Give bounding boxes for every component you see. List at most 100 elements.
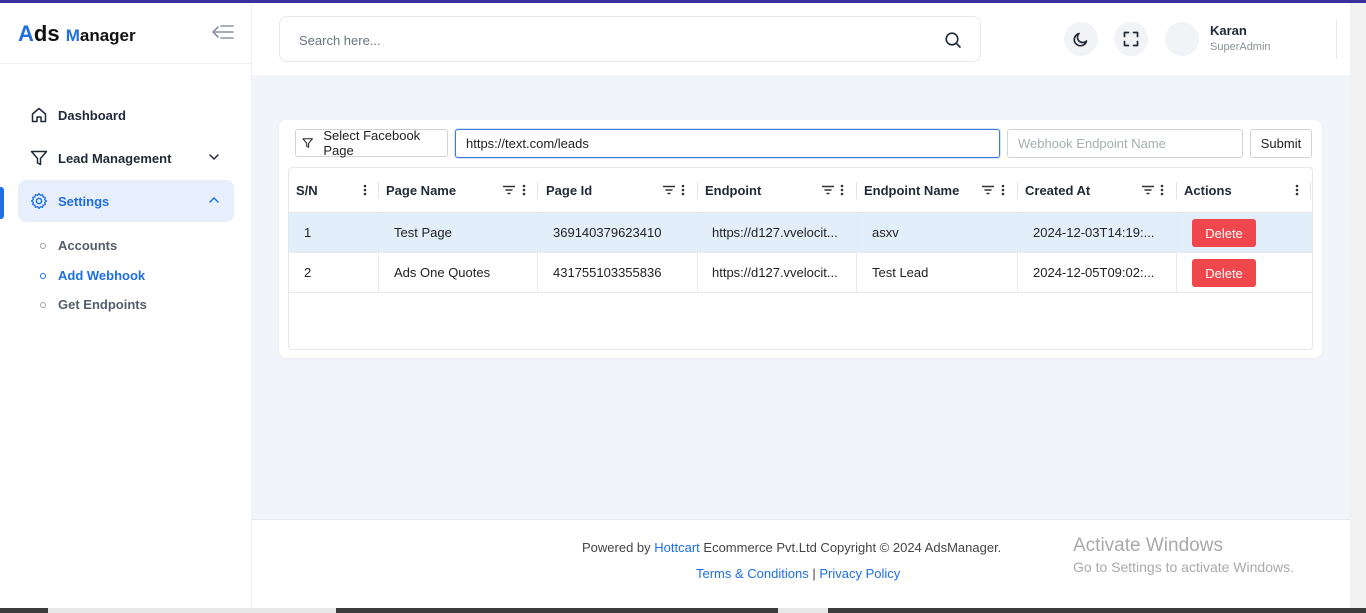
column-menu-icon[interactable] — [996, 183, 1010, 197]
cell-page-id: 369140379623410 — [538, 213, 698, 252]
column-separator — [1176, 182, 1177, 199]
moon-icon — [1073, 32, 1088, 47]
vertical-scrollbar[interactable] — [1350, 3, 1366, 608]
select-page-label: Select Facebook Page — [323, 128, 421, 158]
brand-logo[interactable]: Ads Manager — [18, 21, 136, 47]
avatar[interactable] — [1165, 22, 1199, 56]
webhook-card: Select Facebook Page Submit S/N Page Nam… — [279, 120, 1322, 358]
column-separator — [1017, 182, 1018, 199]
column-separator — [378, 182, 379, 199]
column-menu-icon[interactable] — [1290, 183, 1304, 197]
home-icon — [30, 106, 48, 124]
sort-filter-icon[interactable] — [502, 183, 516, 197]
column-separator — [1310, 182, 1311, 199]
dark-mode-toggle[interactable] — [1064, 22, 1098, 56]
bullet-icon — [40, 272, 46, 279]
table-row[interactable]: 1 Test Page 369140379623410 https://d127… — [289, 213, 1312, 253]
cell-page-id: 431755103355836 — [538, 253, 698, 292]
user-role: SuperAdmin — [1210, 41, 1271, 53]
collapse-sidebar-icon[interactable] — [210, 23, 236, 43]
brand-letter-a: A — [18, 21, 34, 46]
column-separator — [537, 182, 538, 199]
column-header-endpoint[interactable]: Endpoint — [705, 168, 761, 213]
sort-filter-icon[interactable] — [981, 183, 995, 197]
search-icon[interactable] — [944, 31, 962, 49]
sidebar-subitem-add-webhook[interactable]: Add Webhook — [40, 268, 145, 283]
bullet-icon — [40, 301, 46, 308]
column-menu-icon[interactable] — [676, 183, 690, 197]
sort-filter-icon[interactable] — [662, 183, 676, 197]
delete-button[interactable]: Delete — [1192, 219, 1256, 247]
column-menu-icon[interactable] — [517, 183, 531, 197]
sidebar-subitem-label: Get Endpoints — [58, 297, 147, 312]
sidebar-subitem-label: Add Webhook — [58, 268, 146, 283]
cell-page-name: Test Page — [379, 213, 538, 252]
fullscreen-icon — [1123, 31, 1139, 47]
search-box — [279, 16, 981, 62]
sidebar-item-label: Settings — [58, 193, 110, 209]
sort-filter-icon[interactable] — [821, 183, 835, 197]
chevron-up-icon — [209, 196, 219, 203]
taskbar-segment — [48, 608, 336, 613]
gear-icon — [30, 192, 48, 210]
column-menu-icon[interactable] — [835, 183, 849, 197]
select-facebook-page-dropdown[interactable]: Select Facebook Page — [295, 128, 448, 158]
sidebar-subitem-accounts[interactable]: Accounts — [40, 238, 117, 253]
webhook-table: S/N Page Name Page Id Endpoint Endpoint … — [288, 167, 1313, 350]
sidebar-item-lead-management[interactable]: Lead Management — [18, 137, 234, 179]
chevron-down-icon — [209, 154, 219, 161]
column-header-sn[interactable]: S/N — [296, 168, 318, 213]
hottcart-link[interactable]: Hottcart — [654, 540, 700, 555]
webhook-url-input[interactable] — [455, 129, 1000, 158]
column-header-page-id[interactable]: Page Id — [546, 168, 592, 213]
search-input[interactable] — [299, 30, 919, 50]
cell-created-at: 2024-12-03T14:19:... — [1018, 213, 1177, 252]
table-row[interactable]: 2 Ads One Quotes 431755103355836 https:/… — [289, 253, 1312, 293]
sidebar-item-settings[interactable]: Settings — [18, 180, 234, 222]
cell-endpoint-name: Test Lead — [857, 253, 1018, 292]
link-separator: | — [812, 566, 816, 581]
footer: Powered by Hottcart Ecommerce Pvt.Ltd Co… — [252, 519, 1350, 608]
column-menu-icon[interactable] — [1155, 183, 1169, 197]
funnel-icon — [302, 138, 313, 148]
endpoint-name-input[interactable] — [1007, 129, 1243, 158]
cell-sn: 1 — [289, 213, 379, 252]
brand-rest: anager — [79, 26, 136, 45]
powered-suffix: Ecommerce Pvt.Ltd Copyright © 2024 AdsMa… — [699, 540, 1002, 555]
sidebar-item-label: Lead Management — [58, 150, 172, 166]
column-header-actions[interactable]: Actions — [1184, 168, 1232, 213]
filter-icon — [30, 149, 48, 167]
copyright-text: Powered by Hottcart Ecommerce Pvt.Ltd Co… — [582, 540, 1001, 555]
active-indicator — [0, 187, 4, 219]
sidebar-item-label: Dashboard — [58, 107, 126, 123]
column-menu-icon[interactable] — [358, 183, 372, 197]
sidebar: Ads Manager Dashboard Lead Management Se… — [0, 3, 252, 608]
sidebar-item-dashboard[interactable]: Dashboard — [18, 94, 234, 136]
brand-letter-m: M — [65, 26, 80, 45]
user-name: Karan — [1210, 23, 1247, 38]
cell-endpoint: https://d127.vvelocit... — [698, 213, 857, 252]
header-divider — [1336, 19, 1337, 59]
sidebar-subitem-get-endpoints[interactable]: Get Endpoints — [40, 297, 147, 312]
column-separator — [856, 182, 857, 199]
sort-filter-icon[interactable] — [1141, 183, 1155, 197]
activate-windows-title: Activate Windows — [1073, 535, 1223, 556]
cell-endpoint-name: asxv — [857, 213, 1018, 252]
cell-created-at: 2024-12-05T09:02:... — [1018, 253, 1177, 292]
privacy-link[interactable]: Privacy Policy — [819, 566, 900, 581]
activate-windows-subtitle: Go to Settings to activate Windows. — [1073, 559, 1294, 575]
taskbar-strip — [0, 608, 1366, 613]
sidebar-subitem-label: Accounts — [58, 238, 118, 253]
delete-button[interactable]: Delete — [1192, 259, 1256, 287]
column-header-created-at[interactable]: Created At — [1025, 168, 1090, 213]
cell-page-name: Ads One Quotes — [379, 253, 538, 292]
terms-link[interactable]: Terms & Conditions — [696, 566, 809, 581]
fullscreen-button[interactable] — [1114, 22, 1148, 56]
taskbar-segment — [778, 608, 828, 613]
cell-endpoint: https://d127.vvelocit... — [698, 253, 857, 292]
footer-links: Terms & Conditions | Privacy Policy — [696, 566, 900, 581]
column-header-page-name[interactable]: Page Name — [386, 168, 456, 213]
submit-button[interactable]: Submit — [1250, 129, 1312, 158]
column-header-endpoint-name[interactable]: Endpoint Name — [864, 168, 959, 213]
powered-prefix: Powered by — [582, 540, 655, 555]
